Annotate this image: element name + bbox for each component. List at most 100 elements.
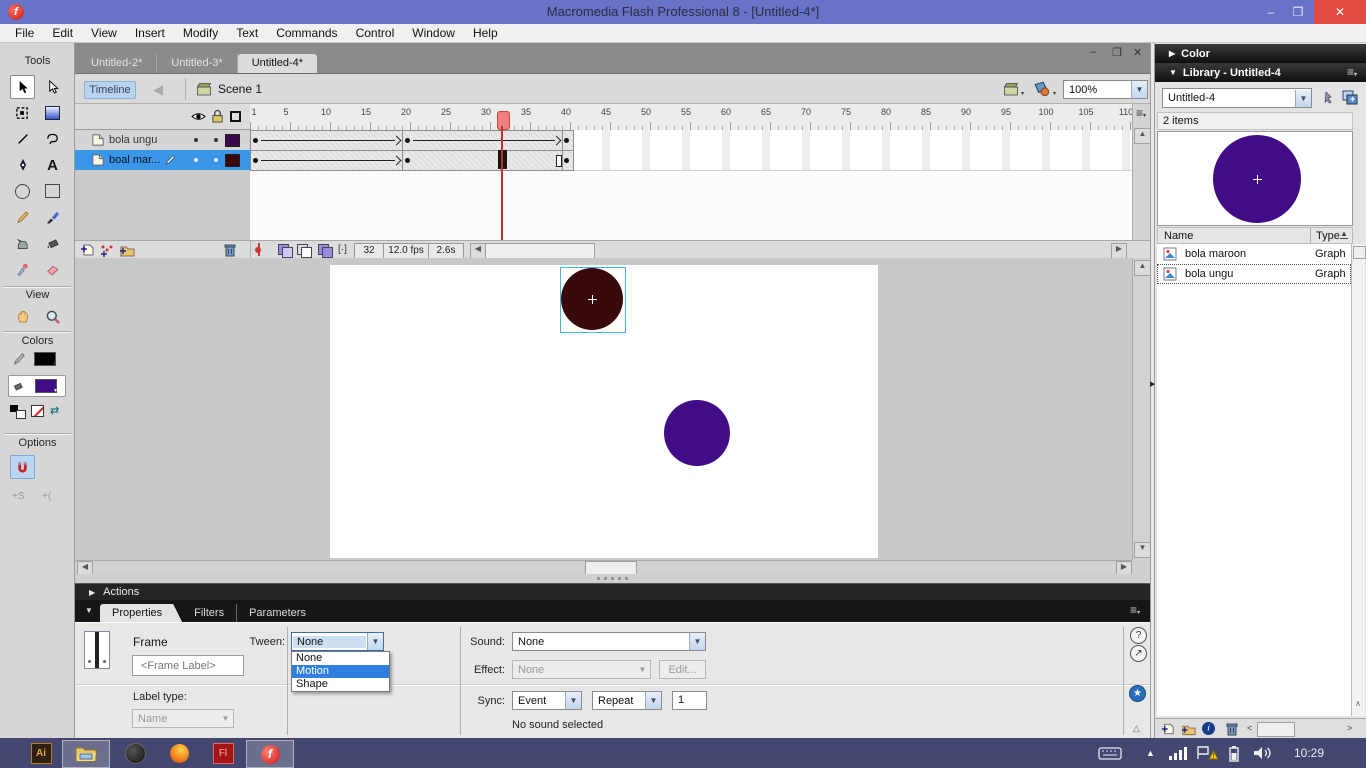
delete-item-trash-icon[interactable] xyxy=(1225,721,1239,737)
eyedropper-tool[interactable] xyxy=(10,257,35,281)
layer-visibility-dot[interactable] xyxy=(194,158,198,162)
scroll-thumb[interactable] xyxy=(585,561,637,575)
line-tool[interactable] xyxy=(10,127,35,151)
scroll-right-button[interactable]: ▶ xyxy=(1116,561,1132,575)
frame-row-layer2[interactable] xyxy=(250,150,1132,171)
stage-area[interactable] xyxy=(75,258,1132,560)
taskbar-dark-app-icon[interactable] xyxy=(118,740,152,766)
scroll-up-button[interactable]: ▲ xyxy=(1134,260,1151,276)
menu-item-edit[interactable]: Edit xyxy=(43,24,82,42)
paint-bucket-tool[interactable] xyxy=(40,231,65,255)
timeline-scroll-thumb[interactable] xyxy=(485,243,595,259)
new-library-window-icon[interactable] xyxy=(1341,89,1359,106)
taskbar-file-explorer-icon[interactable] xyxy=(62,740,110,768)
purple-circle-instance[interactable] xyxy=(664,400,730,466)
lasso-tool[interactable] xyxy=(40,127,65,151)
chevron-down-icon[interactable]: ▼ xyxy=(565,692,581,709)
playhead-line[interactable] xyxy=(501,126,503,240)
show-hide-layers-icon[interactable] xyxy=(191,110,206,123)
onion-skin-outlines-icon[interactable] xyxy=(297,244,312,258)
pin-library-icon[interactable] xyxy=(1319,90,1335,106)
layer-outline-swatch[interactable] xyxy=(225,134,240,147)
close-button[interactable]: ✕ xyxy=(1314,0,1366,24)
new-folder-icon[interactable] xyxy=(1181,722,1197,736)
stage-vertical-scrollbar[interactable]: ▲ ▼ xyxy=(1132,258,1151,560)
library-item[interactable]: bola maroon Graph xyxy=(1157,244,1351,264)
scroll-up-button[interactable]: ▲ xyxy=(1134,128,1151,144)
tab-properties[interactable]: Properties xyxy=(100,604,182,622)
collapse-triangle-icon[interactable]: ▼ xyxy=(85,606,93,615)
actions-panel-header[interactable]: ▶ Actions xyxy=(75,583,1150,600)
ink-bottle-tool[interactable] xyxy=(10,231,35,255)
frame-label-input[interactable] xyxy=(132,655,244,676)
menu-item-help[interactable]: Help xyxy=(464,24,507,42)
menu-item-control[interactable]: Control xyxy=(347,24,404,42)
edit-scene-dropdown-arrow[interactable]: ▾ xyxy=(1021,90,1024,97)
scroll-up-arrow-icon[interactable]: ∧ xyxy=(1355,699,1361,708)
help-icon[interactable]: ? xyxy=(1130,627,1147,644)
fill-color-row[interactable]: ▾ xyxy=(8,375,66,397)
menu-item-text[interactable]: Text xyxy=(227,24,267,42)
sound-dropdown[interactable]: None ▼ xyxy=(512,632,706,651)
frame-view-menu-icon[interactable]: ≡▾ xyxy=(1136,107,1146,121)
timeline-scroll-right-button[interactable]: ▶ xyxy=(1111,243,1127,259)
modify-onion-markers-icon[interactable]: [·] xyxy=(338,244,347,255)
tween-dropdown[interactable]: None ▼ xyxy=(291,632,384,651)
library-item[interactable]: bola ungu Graph xyxy=(1157,264,1351,284)
tween-dropdown-list[interactable]: None Motion Shape xyxy=(291,651,390,692)
lock-layers-icon[interactable] xyxy=(211,109,224,124)
layer-lock-dot[interactable] xyxy=(214,138,218,142)
collapse-panel-arrow-icon[interactable]: △ xyxy=(1133,723,1140,734)
sort-order-icon[interactable]: ▲ xyxy=(1340,229,1348,239)
document-tab[interactable]: Untitled-2* xyxy=(77,54,158,73)
default-colors-button[interactable] xyxy=(10,405,26,419)
chevron-down-icon[interactable]: ▼ xyxy=(645,692,661,709)
restore-button[interactable]: ❐ xyxy=(1284,0,1312,24)
center-frame-icon[interactable] xyxy=(255,243,267,256)
new-symbol-icon[interactable] xyxy=(1161,722,1176,736)
chevron-down-icon[interactable]: ▼ xyxy=(1295,89,1311,107)
snap-to-objects-option[interactable] xyxy=(10,455,35,479)
subselection-tool[interactable] xyxy=(40,75,65,99)
minimize-button[interactable]: – xyxy=(1258,0,1284,24)
menu-item-modify[interactable]: Modify xyxy=(174,24,227,42)
layer-visibility-dot[interactable] xyxy=(194,138,198,142)
elapsed-time-indicator[interactable]: 2.6s xyxy=(428,243,464,259)
timeline-scroll-left-button[interactable]: ◀ xyxy=(470,243,486,259)
menu-item-commands[interactable]: Commands xyxy=(267,24,346,42)
rectangle-tool[interactable] xyxy=(40,179,65,203)
stage-horizontal-scrollbar[interactable]: ◀ ▶ xyxy=(75,560,1132,575)
expanded-triangle-icon[interactable]: ▼ xyxy=(1169,68,1177,77)
playhead-marker[interactable] xyxy=(497,111,510,130)
stroke-color-row[interactable] xyxy=(12,352,26,366)
scroll-left-arrow-icon[interactable]: < xyxy=(1247,723,1252,733)
selection-tool[interactable] xyxy=(10,75,35,99)
scroll-thumb[interactable] xyxy=(1257,722,1295,737)
panel-resize-strip[interactable] xyxy=(75,574,1150,583)
edit-scene-icon[interactable] xyxy=(1003,81,1020,97)
collapsed-triangle-icon[interactable]: ▶ xyxy=(1169,49,1175,58)
frame-row-layer1[interactable] xyxy=(250,130,1132,151)
zoom-tool[interactable] xyxy=(40,305,65,329)
delete-layer-trash-icon[interactable] xyxy=(223,242,237,258)
tween-span[interactable] xyxy=(250,130,405,151)
taskbar-clock[interactable]: 10:29 xyxy=(1294,746,1324,760)
panel-options-menu-icon[interactable]: ≡▾ xyxy=(1347,66,1357,80)
tween-option-motion[interactable]: Motion xyxy=(292,665,389,678)
script-assist-star-icon[interactable]: ★ xyxy=(1129,685,1146,702)
pencil-tool[interactable] xyxy=(10,205,35,229)
hand-tool[interactable] xyxy=(10,305,35,329)
tween-span[interactable] xyxy=(402,130,565,151)
tween-option-none[interactable]: None xyxy=(292,652,389,665)
doc-minimize-button[interactable]: – xyxy=(1090,46,1096,58)
edit-symbol-dropdown-arrow[interactable]: ▾ xyxy=(1053,90,1056,97)
back-arrow-icon[interactable]: ◀ xyxy=(153,82,163,98)
zoom-level-combo[interactable]: 100% ▼ xyxy=(1063,80,1148,99)
menu-item-insert[interactable]: Insert xyxy=(126,24,174,42)
layer-outline-swatch[interactable] xyxy=(225,154,240,167)
frames-area[interactable]: 1 5 10 15 20 25 30 35 40 45 50 55 60 65 70 75 80 85 90 95 10… xyxy=(250,104,1132,240)
no-color-button[interactable] xyxy=(31,405,44,417)
reference-icon[interactable]: ↗ xyxy=(1130,645,1147,662)
chevron-down-icon[interactable]: ▼ xyxy=(367,633,383,650)
keyframe-cell[interactable] xyxy=(562,130,574,151)
